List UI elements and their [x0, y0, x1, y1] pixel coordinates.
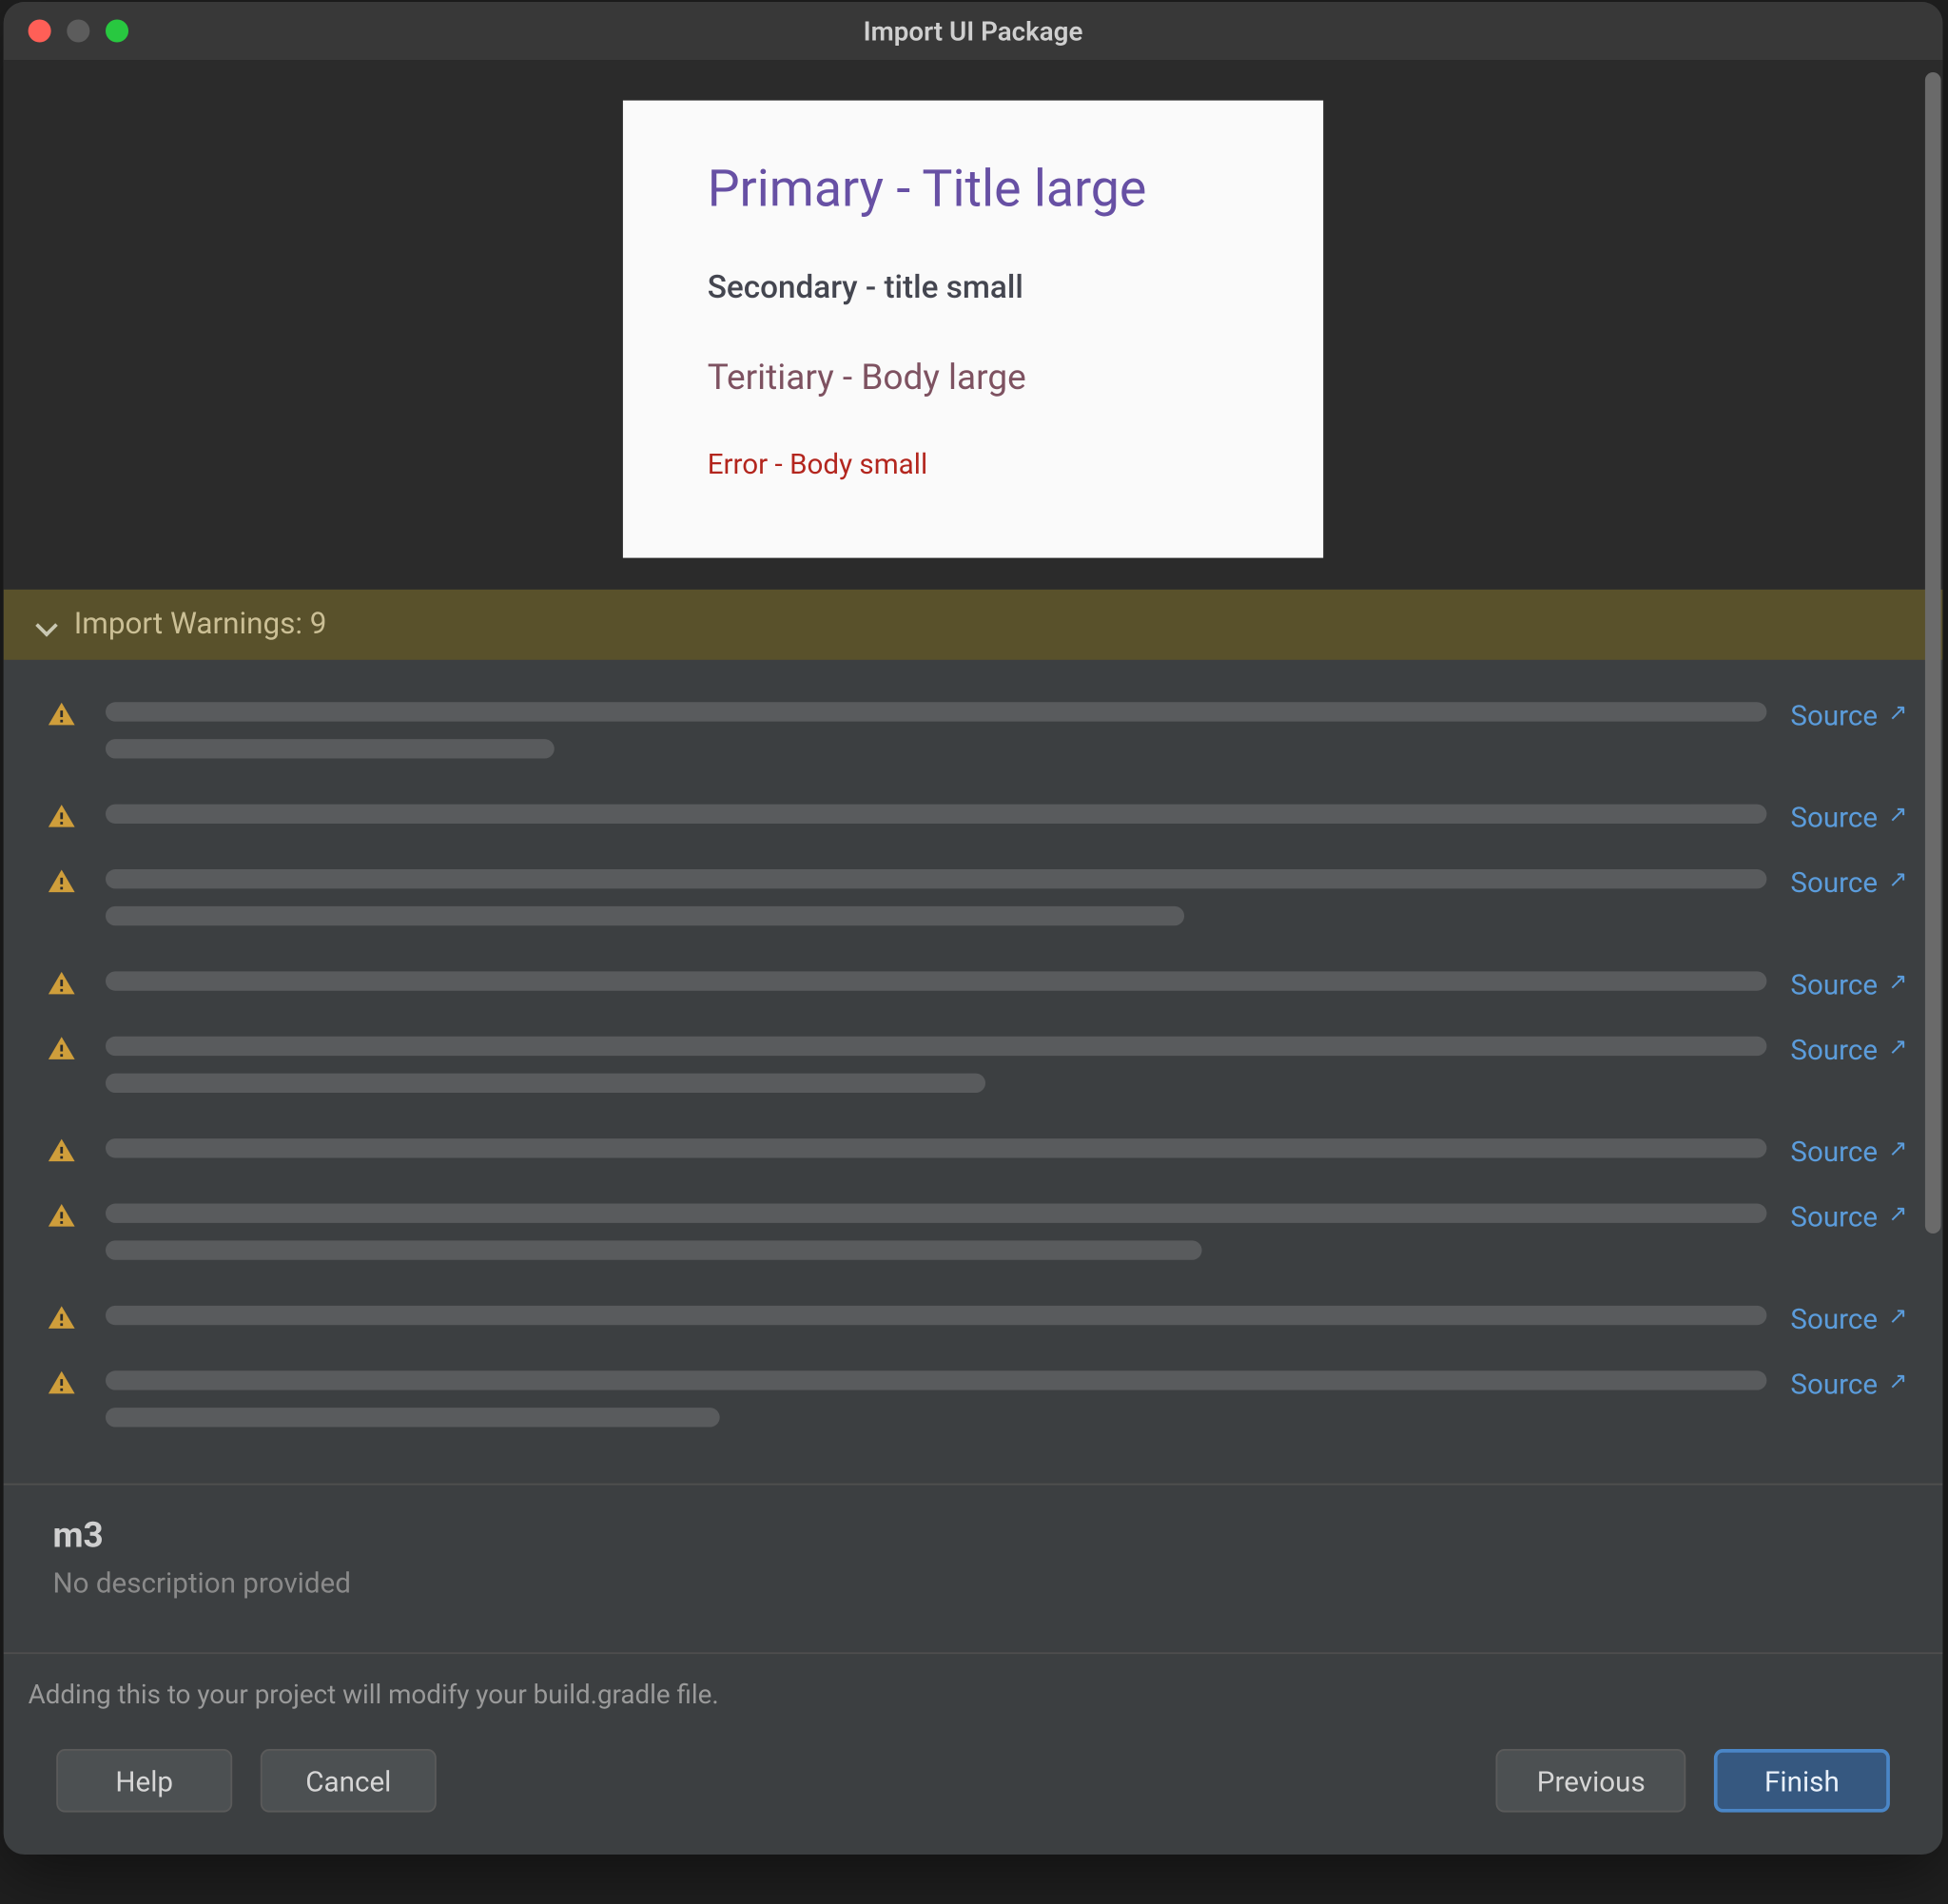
warning-text [106, 1364, 1766, 1445]
footer-note: Adding this to your project will modify … [4, 1652, 1943, 1724]
preview-text-secondary: Secondary - title small [708, 269, 1239, 306]
redacted-line [106, 1138, 1766, 1157]
titlebar: Import UI Package [4, 2, 1943, 62]
preview-card: Primary - Title large Secondary - title … [623, 101, 1323, 558]
warning-icon [46, 1033, 81, 1064]
warning-text [106, 1298, 1766, 1342]
warning-icon [46, 865, 81, 897]
cancel-button[interactable]: Cancel [261, 1749, 437, 1813]
source-link-label: Source [1790, 968, 1878, 1001]
warning-icon [46, 1368, 81, 1399]
maximize-icon[interactable] [106, 20, 128, 43]
redacted-line [106, 869, 1766, 888]
source-link[interactable]: Source ↗ [1790, 1033, 1907, 1066]
warning-icon [46, 1200, 81, 1232]
traffic-lights [29, 20, 128, 43]
external-link-icon: ↗ [1888, 1304, 1907, 1331]
warnings-header-label: Import Warnings: 9 [74, 607, 327, 642]
warning-row: Source ↗ [46, 1353, 1907, 1455]
external-link-icon: ↗ [1888, 1202, 1907, 1229]
package-description: No description provided [53, 1566, 1859, 1600]
source-link-label: Source [1790, 1302, 1878, 1335]
warning-row: Source ↗ [46, 1186, 1907, 1288]
source-link-label: Source [1790, 801, 1878, 834]
warning-text [106, 863, 1766, 943]
preview-text-primary: Primary - Title large [708, 161, 1239, 221]
previous-button[interactable]: Previous [1496, 1749, 1685, 1813]
warning-icon [46, 1135, 81, 1166]
warnings-header[interactable]: Import Warnings: 9 [4, 590, 1943, 660]
source-link[interactable]: Source ↗ [1790, 865, 1907, 899]
external-link-icon: ↗ [1888, 803, 1907, 829]
dialog-window: Import UI Package Primary - Title large … [4, 2, 1943, 1855]
warning-row: Source ↗ [46, 1121, 1907, 1186]
source-link[interactable]: Source ↗ [1790, 1302, 1907, 1335]
source-link[interactable]: Source ↗ [1790, 1135, 1907, 1168]
redacted-line [106, 805, 1766, 824]
redacted-line [106, 702, 1766, 721]
redacted-line [106, 971, 1766, 990]
redacted-line [106, 1306, 1766, 1325]
external-link-icon: ↗ [1888, 970, 1907, 997]
warning-icon [46, 1302, 81, 1333]
warning-row: Source ↗ [46, 787, 1907, 851]
warning-text [106, 1029, 1766, 1110]
source-link[interactable]: Source ↗ [1790, 968, 1907, 1001]
source-link-label: Source [1790, 1033, 1878, 1066]
preview-text-tertiary: Teritiary - Body large [708, 356, 1239, 398]
help-button[interactable]: Help [56, 1749, 232, 1813]
external-link-icon: ↗ [1888, 1369, 1907, 1395]
source-link-label: Source [1790, 865, 1878, 899]
minimize-icon[interactable] [67, 20, 89, 43]
warning-row: Source ↗ [46, 1288, 1907, 1352]
warning-row: Source ↗ [46, 954, 1907, 1019]
window-title: Import UI Package [4, 15, 1943, 47]
source-link[interactable]: Source ↗ [1790, 1368, 1907, 1401]
finish-button[interactable]: Finish [1714, 1749, 1890, 1813]
warning-text [106, 797, 1766, 841]
warning-row: Source ↗ [46, 685, 1907, 787]
warning-text [106, 1196, 1766, 1277]
warning-icon [46, 699, 81, 730]
chevron-down-icon [35, 614, 56, 635]
source-link[interactable]: Source ↗ [1790, 1200, 1907, 1234]
source-link-label: Source [1790, 1135, 1878, 1168]
warnings-list: Source↗ Source↗ Source↗ Source↗ Source↗ … [4, 660, 1943, 1652]
source-link-label: Source [1790, 1200, 1878, 1234]
redacted-line [106, 1074, 985, 1093]
external-link-icon: ↗ [1888, 1137, 1907, 1163]
scrollbar[interactable] [1925, 72, 1941, 1234]
warning-row: Source ↗ [46, 1019, 1907, 1120]
source-link[interactable]: Source ↗ [1790, 699, 1907, 732]
external-link-icon: ↗ [1888, 700, 1907, 727]
warning-icon [46, 968, 81, 1000]
source-link[interactable]: Source ↗ [1790, 801, 1907, 834]
warning-text [106, 695, 1766, 776]
warning-icon [46, 801, 81, 832]
redacted-line [106, 906, 1185, 925]
redacted-line [106, 1204, 1766, 1223]
redacted-line [106, 1037, 1766, 1056]
close-icon[interactable] [29, 20, 51, 43]
redacted-line [106, 1408, 720, 1427]
warning-row: Source ↗ [46, 852, 1907, 954]
external-link-icon: ↗ [1888, 867, 1907, 894]
warning-text [106, 1132, 1766, 1175]
warning-text [106, 964, 1766, 1008]
redacted-line [106, 1240, 1201, 1259]
footer-buttons: Help Cancel Previous Finish [4, 1724, 1943, 1855]
external-link-icon: ↗ [1888, 1035, 1907, 1061]
preview-text-error: Error - Body small [708, 447, 1239, 480]
preview-area: Primary - Title large Secondary - title … [4, 62, 1943, 590]
redacted-line [106, 1370, 1766, 1389]
redacted-line [106, 739, 554, 758]
package-name: m3 [53, 1513, 1859, 1555]
source-link-label: Source [1790, 1368, 1878, 1401]
source-link-label: Source [1790, 699, 1878, 732]
